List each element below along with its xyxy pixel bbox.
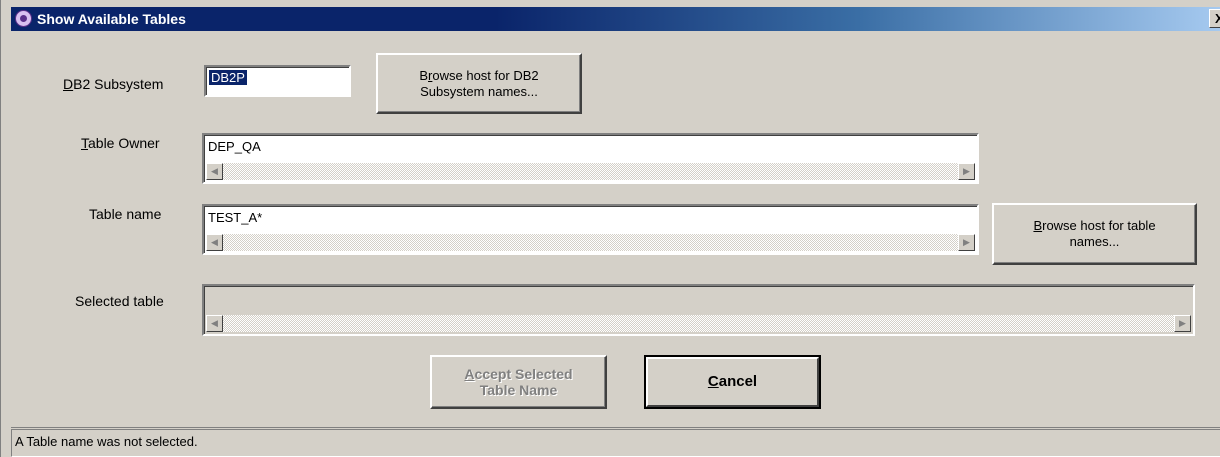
- db2-subsystem-label-accel: D: [63, 76, 74, 92]
- table-owner-scrollbar[interactable]: ◀ ▶: [206, 163, 975, 180]
- table-owner-label: Table Owner: [81, 135, 160, 151]
- table-name-field[interactable]: TEST_A* ◀ ▶: [202, 204, 979, 255]
- scroll-left-icon[interactable]: ◀: [206, 163, 223, 180]
- scroll-left-icon[interactable]: ◀: [206, 315, 223, 332]
- table-owner-label-text: able Owner: [88, 135, 160, 151]
- scroll-right-icon[interactable]: ▶: [958, 163, 975, 180]
- table-owner-value: DEP_QA: [208, 139, 261, 154]
- table-name-value: TEST_A*: [208, 210, 263, 225]
- browse-subsystem-line2: Subsystem names...: [420, 83, 538, 99]
- scroll-right-icon[interactable]: ▶: [1174, 315, 1191, 332]
- browse-table-line2: names...: [1069, 234, 1120, 249]
- close-icon: X: [1215, 11, 1220, 26]
- scroll-right-icon[interactable]: ▶: [958, 234, 975, 251]
- accept-selected-button[interactable]: Accept Selected Table Name: [430, 355, 607, 409]
- browse-subsystem-button[interactable]: Browse host for DB2 Subsystem names...: [376, 53, 582, 114]
- status-bar: A Table name was not selected.: [11, 427, 1220, 457]
- table-owner-label-accel: T: [81, 135, 88, 151]
- db2-subsystem-value: DB2P: [209, 70, 247, 85]
- accept-line2: Table Name: [479, 382, 558, 398]
- cancel-button[interactable]: Cancel: [644, 355, 821, 409]
- browse-table-line1: Browse host for table: [1033, 218, 1156, 233]
- show-available-tables-dialog: Show Available Tables X DB2 Subsystem DB…: [0, 0, 1220, 457]
- db2-icon: [15, 10, 32, 27]
- browse-table-button[interactable]: Browse host for table names...: [992, 203, 1197, 265]
- browse-subsystem-line1: Browse host for DB2: [419, 67, 539, 83]
- table-owner-field[interactable]: DEP_QA ◀ ▶: [202, 133, 979, 184]
- cancel-label: Cancel: [707, 373, 758, 390]
- selected-table-scrollbar[interactable]: ◀ ▶: [206, 315, 1191, 332]
- window-title: Show Available Tables: [37, 11, 186, 27]
- title-bar[interactable]: Show Available Tables X: [11, 7, 1220, 31]
- selected-table-label: Selected table: [75, 293, 164, 309]
- table-name-label: Table name: [89, 206, 162, 222]
- db2-subsystem-input[interactable]: DB2P: [204, 65, 351, 97]
- scroll-left-icon[interactable]: ◀: [206, 234, 223, 251]
- db2-subsystem-label: DB2 Subsystem: [63, 76, 163, 92]
- status-text: A Table name was not selected.: [15, 434, 198, 449]
- accept-line1: Accept Selected: [464, 366, 573, 382]
- selected-table-field[interactable]: ◀ ▶: [202, 284, 1195, 336]
- close-button[interactable]: X: [1209, 9, 1220, 28]
- db2-subsystem-label-text: B2 Subsystem: [73, 76, 164, 92]
- table-name-scrollbar[interactable]: ◀ ▶: [206, 234, 975, 251]
